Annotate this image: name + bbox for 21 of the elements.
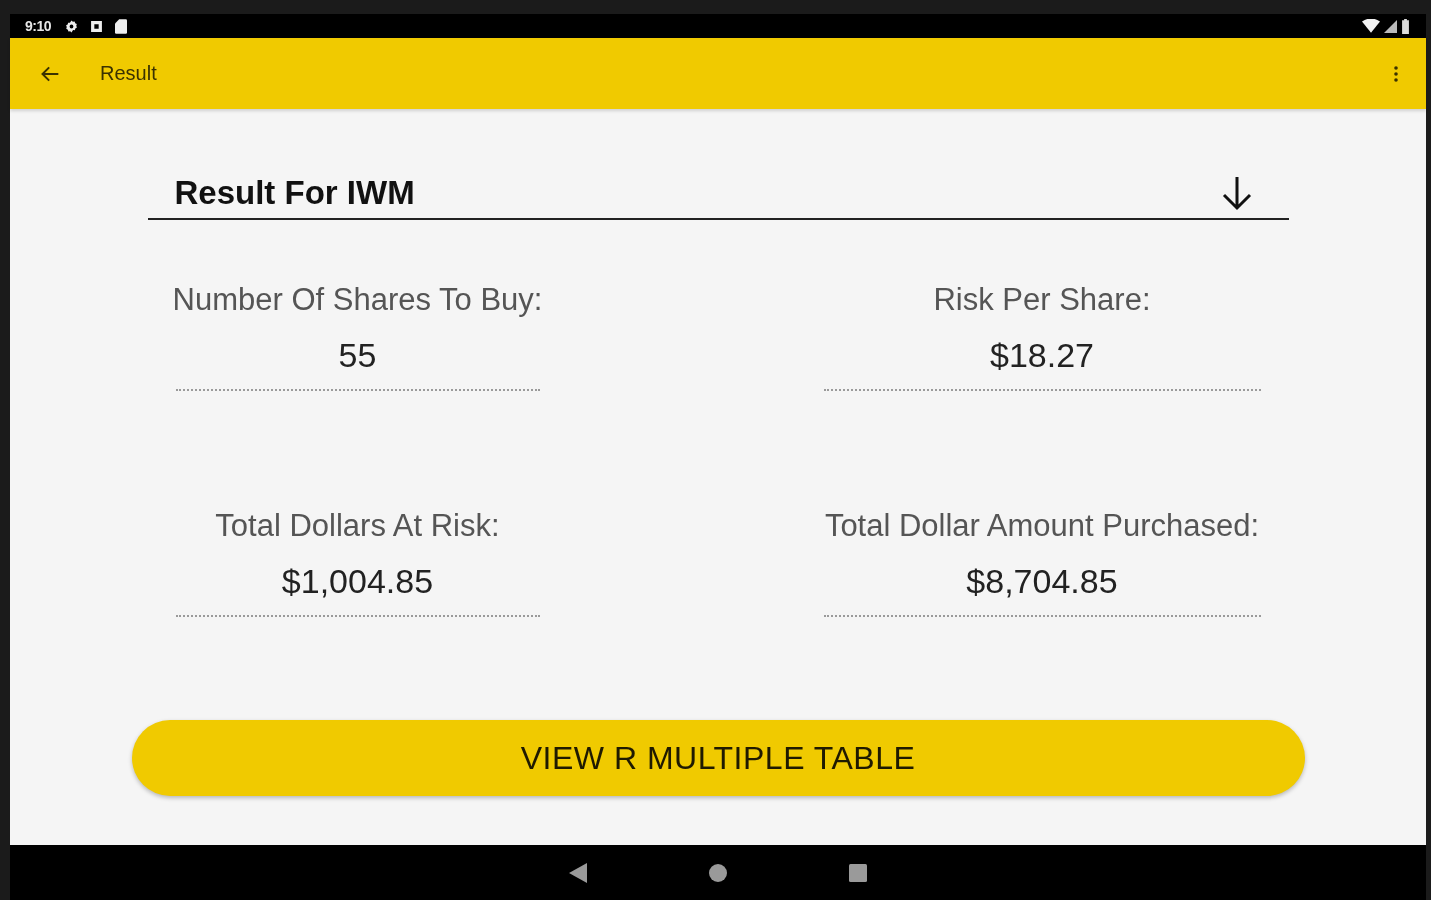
app-bar-title: Result — [100, 62, 157, 85]
field-value: $18.27 — [823, 334, 1261, 391]
result-title: Result For IWM — [174, 173, 415, 213]
view-table-button[interactable]: VIEW R MULTIPLE TABLE — [131, 720, 1305, 796]
back-triangle-icon[interactable] — [569, 862, 587, 883]
square-icon[interactable] — [849, 863, 867, 882]
field-value: 55 — [175, 334, 540, 391]
field-label: Total Dollar Amount Purchased: — [824, 508, 1260, 544]
dots-vertical-icon — [1394, 65, 1398, 82]
gear-icon — [65, 19, 79, 33]
field-value: $8,704.85 — [823, 560, 1261, 617]
field-value: $1,004.85 — [175, 560, 540, 617]
wifi-icon — [1362, 19, 1380, 33]
field-label: Total Dollars At Risk: — [215, 508, 500, 544]
field-label: Risk Per Share: — [933, 282, 1151, 318]
battery-icon — [1401, 18, 1410, 34]
signal-icon — [1384, 19, 1397, 33]
sd-card-icon — [115, 18, 128, 34]
field-label: Number Of Shares To Buy: — [172, 282, 543, 318]
status-time: 9:10 — [25, 18, 52, 34]
home-circle-icon[interactable] — [709, 863, 727, 882]
